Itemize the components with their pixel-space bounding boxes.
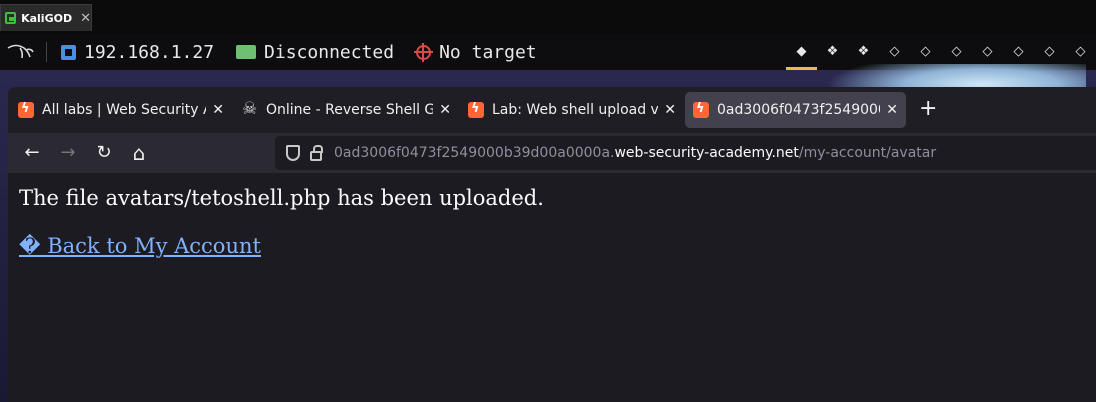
url-subdomain: 0ad3006f0473f2549000b39d00a0000a. [334, 145, 615, 161]
panel-divider [46, 42, 47, 62]
target-status: No target [439, 41, 537, 63]
terminal-icon [5, 12, 17, 24]
lock-icon[interactable] [310, 144, 323, 161]
close-icon[interactable]: ✕ [664, 102, 676, 118]
burp-icon [468, 101, 484, 118]
vpn-status: Disconnected [264, 41, 395, 63]
tab-active-lab[interactable]: 0ad3006f0473f2549000b ✕ [685, 92, 906, 128]
target-icon [414, 42, 434, 62]
tab-label: Online - Reverse Shell Ge [266, 102, 434, 118]
tab-label: Lab: Web shell upload via [492, 102, 659, 118]
navigation-bar: ← → ↻ ⌂ 0ad3006f0473f2549000b39d00a0000a… [8, 133, 1096, 173]
tab-all-labs[interactable]: All labs | Web Security Ac ✕ [10, 92, 232, 128]
shield-icon[interactable] [286, 145, 300, 161]
skull-icon [242, 99, 258, 119]
address-bar[interactable]: 0ad3006f0473f2549000b39d00a0000a. web-sec… [275, 136, 1096, 170]
reload-button[interactable]: ↻ [92, 141, 116, 165]
forward-button[interactable]: → [56, 141, 80, 165]
close-icon[interactable]: ✕ [80, 11, 91, 26]
vpn-indicator: Disconnected [236, 42, 394, 63]
browser-window: All labs | Web Security Ac ✕ Online - Re… [8, 87, 1096, 402]
close-icon[interactable]: ✕ [439, 102, 451, 118]
workspace-1[interactable]: ◆ [786, 34, 817, 70]
tab-label: 0ad3006f0473f2549000b [717, 102, 881, 118]
new-tab-button[interactable]: + [919, 98, 937, 120]
tab-lab-web-shell[interactable]: Lab: Web shell upload via ✕ [460, 92, 684, 128]
ip-address: 192.168.1.27 [84, 41, 215, 63]
terminal-tab[interactable]: KaliGOD ✕ [0, 4, 92, 31]
terminal-tab-bar: KaliGOD ✕ [0, 0, 1096, 34]
browser-tab-strip: All labs | Web Security Ac ✕ Online - Re… [8, 87, 1096, 133]
upload-message: The file avatars/tetoshell.php has been … [19, 186, 544, 210]
burp-icon [18, 101, 34, 118]
url-domain: web-security-academy.net [614, 145, 799, 161]
network-icon [61, 44, 76, 60]
back-button[interactable]: ← [20, 141, 44, 165]
back-to-account-link[interactable]: � Back to My Account [19, 234, 261, 258]
target-indicator: No target [414, 41, 537, 63]
tab-reverse-shell[interactable]: Online - Reverse Shell Ge ✕ [234, 92, 459, 128]
burp-icon [693, 101, 709, 118]
page-content: The file avatars/tetoshell.php has been … [8, 173, 1096, 402]
home-button[interactable]: ⌂ [127, 141, 151, 165]
close-icon[interactable]: ✕ [212, 102, 224, 118]
kali-dragon-icon[interactable] [6, 42, 34, 62]
terminal-tab-label: KaliGOD [21, 11, 73, 25]
tab-label: All labs | Web Security Ac [42, 102, 207, 118]
ip-indicator: 192.168.1.27 [61, 42, 214, 63]
close-icon[interactable]: ✕ [886, 102, 898, 118]
url-path: /my-account/avatar [798, 145, 937, 161]
vpn-icon [236, 45, 257, 59]
